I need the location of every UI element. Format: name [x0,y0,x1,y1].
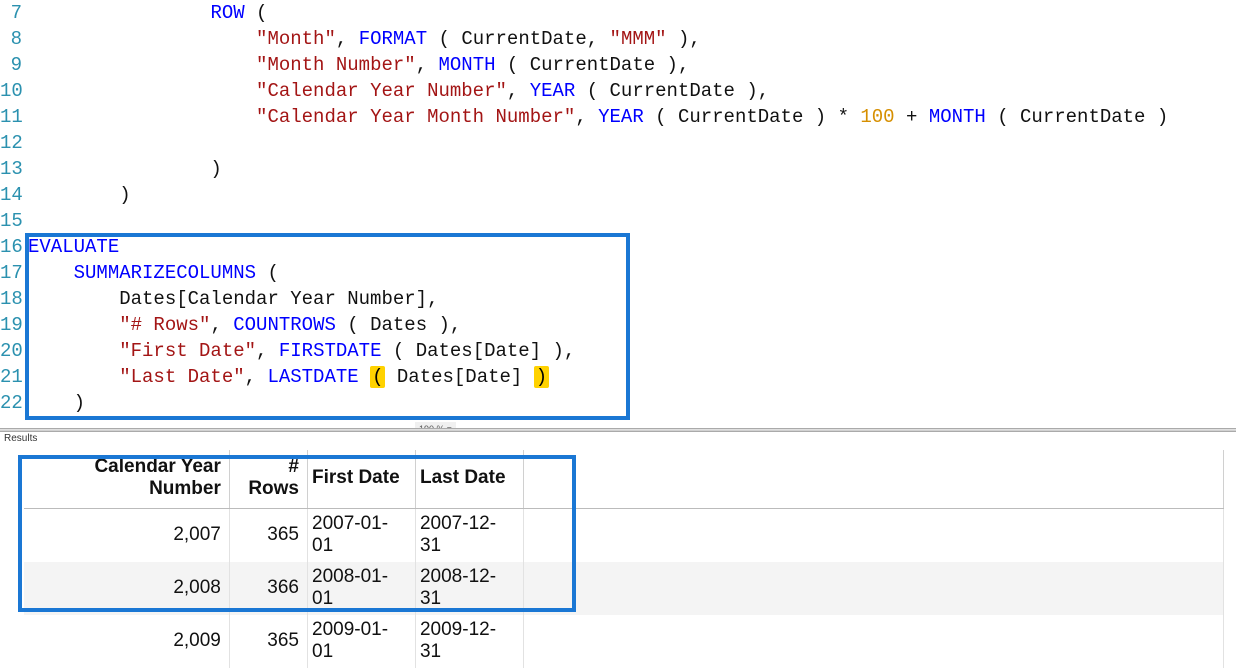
code-line[interactable]: 19 "# Rows", COUNTROWS ( Dates ), [0,312,1236,338]
cell-filler [524,562,1224,615]
code-content[interactable]: ) [28,390,1236,416]
col-header-rows[interactable]: # Rows [229,450,307,509]
code-line[interactable]: 15 [0,208,1236,234]
code-line[interactable]: 7 ROW ( [0,0,1236,26]
line-number: 15 [0,208,28,234]
code-content[interactable]: ) [28,182,1236,208]
cell-rows[interactable]: 366 [229,562,307,615]
col-header-first[interactable]: First Date [308,450,416,509]
line-number: 18 [0,286,28,312]
code-content[interactable]: "First Date", FIRSTDATE ( Dates[Date] ), [28,338,1236,364]
col-header-filler [524,450,1224,509]
code-line[interactable]: 16EVALUATE [0,234,1236,260]
code-line[interactable]: 21 "Last Date", LASTDATE ( Dates[Date] ) [0,364,1236,390]
editor-zoom-dropdown[interactable]: 190 % ▾ [415,422,456,428]
code-content[interactable]: "Month Number", MONTH ( CurrentDate ), [28,52,1236,78]
code-line[interactable]: 10 "Calendar Year Number", YEAR ( Curren… [0,78,1236,104]
line-number: 9 [0,52,28,78]
code-content[interactable]: EVALUATE [28,234,1236,260]
line-number: 20 [0,338,28,364]
cell-last[interactable]: 2007-12-31 [415,509,523,563]
table-row[interactable]: 2,0093652009-01-012009-12-31 [24,615,1224,668]
cell-filler [524,615,1224,668]
code-content[interactable]: "Last Date", LASTDATE ( Dates[Date] ) [28,364,1236,390]
col-header-last[interactable]: Last Date [415,450,523,509]
cell-rows[interactable]: 365 [229,615,307,668]
results-panel-label: Results [0,432,1236,446]
line-number: 22 [0,390,28,416]
cell-first[interactable]: 2007-01-01 [308,509,416,563]
code-line[interactable]: 22 ) [0,390,1236,416]
cell-last[interactable]: 2008-12-31 [415,562,523,615]
dax-code-editor[interactable]: 7 ROW (8 "Month", FORMAT ( CurrentDate, … [0,0,1236,428]
table-header-row: Calendar Year Number # Rows First Date L… [24,450,1224,509]
line-number: 11 [0,104,28,130]
code-line[interactable]: 20 "First Date", FIRSTDATE ( Dates[Date]… [0,338,1236,364]
code-line[interactable]: 11 "Calendar Year Month Number", YEAR ( … [0,104,1236,130]
code-content[interactable]: ) [28,156,1236,182]
cell-filler [524,509,1224,563]
code-content[interactable]: ROW ( [28,0,1236,26]
cell-year[interactable]: 2,007 [24,509,229,563]
line-number: 13 [0,156,28,182]
code-line[interactable]: 14 ) [0,182,1236,208]
cell-first[interactable]: 2009-01-01 [308,615,416,668]
line-number: 8 [0,26,28,52]
code-line[interactable]: 17 SUMMARIZECOLUMNS ( [0,260,1236,286]
line-number: 7 [0,0,28,26]
line-number: 10 [0,78,28,104]
line-number: 14 [0,182,28,208]
results-grid[interactable]: Calendar Year Number # Rows First Date L… [24,450,1224,668]
cell-year[interactable]: 2,009 [24,615,229,668]
code-line[interactable]: 12 [0,130,1236,156]
line-number: 17 [0,260,28,286]
code-line[interactable]: 13 ) [0,156,1236,182]
line-number: 19 [0,312,28,338]
cell-first[interactable]: 2008-01-01 [308,562,416,615]
code-content[interactable]: "# Rows", COUNTROWS ( Dates ), [28,312,1236,338]
code-content[interactable]: "Calendar Year Month Number", YEAR ( Cur… [28,104,1236,130]
cell-last[interactable]: 2009-12-31 [415,615,523,668]
results-panel: Results Calendar Year Number # Rows Firs… [0,432,1236,668]
cell-rows[interactable]: 365 [229,509,307,563]
table-row[interactable]: 2,0073652007-01-012007-12-31 [24,509,1224,563]
cell-year[interactable]: 2,008 [24,562,229,615]
line-number: 16 [0,234,28,260]
table-row[interactable]: 2,0083662008-01-012008-12-31 [24,562,1224,615]
line-number: 12 [0,130,28,156]
col-header-year[interactable]: Calendar Year Number [24,450,229,509]
code-content[interactable]: SUMMARIZECOLUMNS ( [28,260,1236,286]
code-line[interactable]: 8 "Month", FORMAT ( CurrentDate, "MMM" )… [0,26,1236,52]
code-line[interactable]: 18 Dates[Calendar Year Number], [0,286,1236,312]
code-line[interactable]: 9 "Month Number", MONTH ( CurrentDate ), [0,52,1236,78]
code-content[interactable]: "Calendar Year Number", YEAR ( CurrentDa… [28,78,1236,104]
line-number: 21 [0,364,28,390]
code-content[interactable]: Dates[Calendar Year Number], [28,286,1236,312]
code-content[interactable]: "Month", FORMAT ( CurrentDate, "MMM" ), [28,26,1236,52]
